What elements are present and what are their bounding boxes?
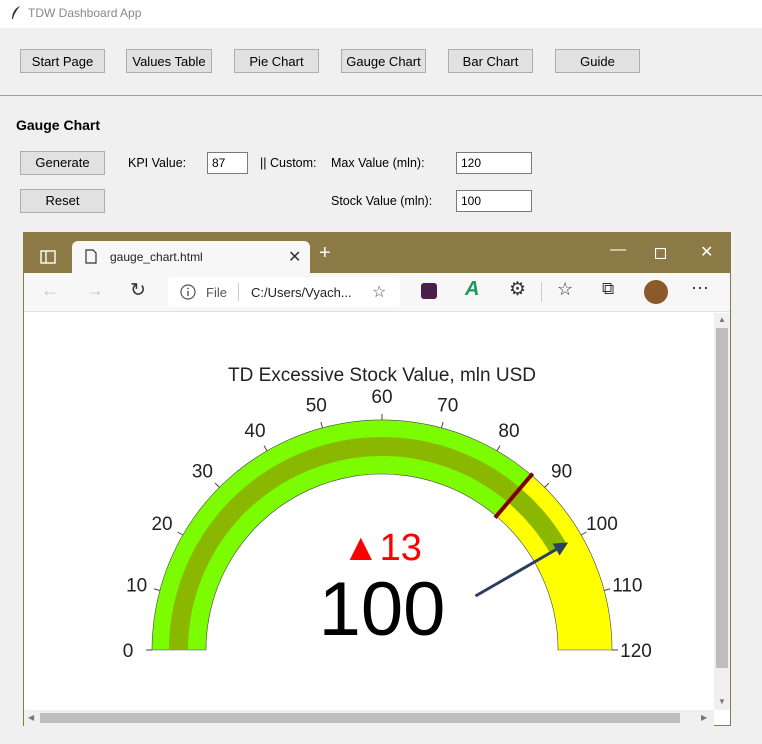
bar-chart-button[interactable]: Bar Chart — [448, 49, 533, 73]
feather-icon — [12, 6, 20, 19]
gauge-tick-label: 10 — [126, 575, 147, 596]
gauge-tick-label: 70 — [437, 396, 458, 417]
gauge-tick — [214, 482, 220, 488]
horizontal-scroll-thumb[interactable] — [40, 713, 680, 723]
gauge-tick — [604, 588, 611, 591]
browser-tabstrip: gauge_chart.html ✕ + — ✕ — [24, 233, 730, 273]
gauge-chart: TD Excessive Stock Value, mln USD 0 10 20 3… — [123, 365, 652, 662]
chart-title: TD Excessive Stock Value, mln USD — [228, 365, 536, 386]
collections-icon[interactable]: ⧉ — [602, 279, 614, 299]
gauge-value-label: 100 — [319, 567, 446, 652]
gauge-tick — [153, 588, 160, 591]
favorites-icon[interactable]: ☆ — [557, 279, 573, 300]
vertical-scroll-thumb[interactable] — [716, 328, 728, 668]
toolbar-divider — [541, 282, 542, 302]
max-value-label: Max Value (mln): — [331, 156, 425, 170]
reset-button[interactable]: Reset — [20, 189, 105, 213]
stock-value-input[interactable]: 100 — [456, 190, 532, 212]
gauge-tick-label: 110 — [612, 575, 642, 596]
gauge-chart-button[interactable]: Gauge Chart — [341, 49, 426, 73]
puzzle-extensions-icon[interactable]: ⚙ — [509, 278, 526, 301]
extension-icon[interactable] — [421, 283, 437, 299]
gauge-tick-label: 40 — [244, 421, 265, 442]
window-titlebar: TDW Dashboard App — [0, 0, 762, 28]
url-text[interactable]: C:/Users/Vyach... — [251, 285, 352, 300]
gauge-tick — [496, 445, 501, 452]
gauge-tick-label: 20 — [151, 514, 172, 535]
app-title: TDW Dashboard App — [28, 6, 142, 20]
scroll-left-icon[interactable]: ◀ — [28, 713, 34, 722]
scroll-up-icon[interactable]: ▲ — [718, 315, 726, 324]
gauge-tick-label: 120 — [620, 641, 652, 662]
vertical-scrollbar[interactable]: ▲ ▼ — [714, 313, 730, 710]
gauge-tick-label: 90 — [551, 461, 572, 482]
gauge-tick-label: 0 — [123, 641, 134, 662]
tab-close-icon[interactable]: ✕ — [288, 247, 301, 267]
new-tab-icon[interactable]: + — [319, 242, 331, 265]
forward-icon[interactable]: → — [86, 280, 104, 301]
gauge-tick — [441, 421, 444, 428]
custom-label: || Custom: — [260, 156, 317, 170]
refresh-icon[interactable]: ↻ — [130, 279, 146, 302]
maximize-icon[interactable] — [655, 248, 666, 259]
browser-toolbar: ← → ↻ File C:/Users/Vyach... ☆ A ⚙ ☆ ⧉ ⋯ — [24, 273, 730, 312]
back-icon[interactable]: ← — [41, 280, 59, 301]
gauge-tick-label: 30 — [192, 461, 213, 482]
start-page-button[interactable]: Start Page — [20, 49, 105, 73]
favorite-star-icon[interactable]: ☆ — [372, 282, 386, 302]
address-divider — [238, 283, 239, 301]
gauge-tick — [544, 482, 550, 488]
horizontal-scrollbar[interactable]: ◀ ▶ — [24, 710, 714, 726]
browser-tab[interactable]: gauge_chart.html ✕ — [72, 241, 310, 273]
generate-button[interactable]: Generate — [20, 151, 105, 175]
separator — [0, 95, 762, 96]
scroll-right-icon[interactable]: ▶ — [701, 713, 707, 722]
file-icon — [85, 249, 97, 264]
gauge-tick — [177, 531, 184, 536]
profile-avatar[interactable] — [644, 280, 668, 304]
window-close-icon[interactable]: ✕ — [700, 242, 713, 262]
gauge-tick — [320, 421, 323, 428]
gauge-tick-label: 80 — [498, 421, 519, 442]
kpi-input[interactable]: 87 — [207, 152, 248, 174]
gauge-delta-label: ▲13 — [342, 527, 422, 569]
kpi-label: KPI Value: — [128, 156, 187, 170]
guide-button[interactable]: Guide — [555, 49, 640, 73]
gauge-tick — [263, 445, 268, 452]
info-icon[interactable] — [180, 284, 196, 300]
section-title: Gauge Chart — [16, 117, 101, 133]
gauge-tick-label: 60 — [371, 387, 392, 408]
tab-title: gauge_chart.html — [110, 250, 203, 264]
max-value-input[interactable]: 120 — [456, 152, 532, 174]
more-menu-icon[interactable]: ⋯ — [691, 278, 709, 299]
gauge-tick-label: 100 — [586, 514, 618, 535]
stock-value-label: Stock Value (mln): — [331, 194, 433, 208]
minimize-icon[interactable]: — — [610, 241, 626, 259]
sidebar-icon[interactable] — [40, 250, 56, 264]
address-bar[interactable]: File C:/Users/Vyach... ☆ — [168, 277, 400, 307]
values-table-button[interactable]: Values Table — [126, 49, 212, 73]
scroll-down-icon[interactable]: ▼ — [718, 697, 726, 706]
file-label: File — [206, 285, 227, 300]
pie-chart-button[interactable]: Pie Chart — [234, 49, 319, 73]
gauge-tick-label: 50 — [306, 396, 327, 417]
grammar-extension-icon[interactable]: A — [465, 278, 479, 301]
browser-window: gauge_chart.html ✕ + — ✕ ← → ↻ File C:/U… — [23, 232, 731, 726]
